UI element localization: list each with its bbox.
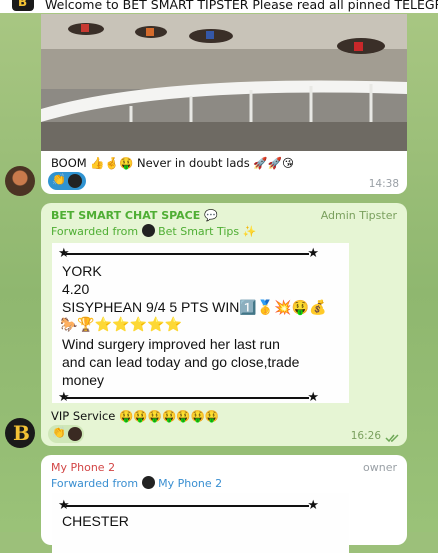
tip-venue: YORK xyxy=(62,263,102,279)
pinned-message-text: Welcome to BET SMART TIPSTER Please read… xyxy=(45,0,438,12)
star-rule-bottom xyxy=(58,389,319,403)
forwarded-line[interactable]: Forwarded from Bet Smart Tips ✨ xyxy=(51,224,256,238)
message-caption: BOOM 👍🤞🤑 Never in doubt lads 🚀🚀😘 xyxy=(51,156,294,170)
forwarded-label: Forwarded from xyxy=(51,225,139,238)
forwarded-source: My Phone 2 xyxy=(158,477,223,490)
star-rule-top xyxy=(58,497,319,513)
tip-selection: SISYPHEAN 9/4 5 PTS WIN1️⃣🥇💥🤑💰 xyxy=(62,299,327,315)
reaction-pill[interactable]: 👏 xyxy=(48,172,86,190)
sender-name[interactable]: BET SMART CHAT SPACE 💬 xyxy=(51,209,218,222)
forwarded-line[interactable]: Forwarded from My Phone 2 xyxy=(51,476,222,490)
sender-avatar[interactable] xyxy=(5,166,35,196)
tip-venue: CHESTER xyxy=(62,513,129,529)
star-rule-top xyxy=(58,245,319,261)
message-bubble-forwarded-tip[interactable]: BET SMART CHAT SPACE 💬 Admin Tipster For… xyxy=(41,203,407,446)
forwarded-source-avatar-icon xyxy=(141,224,155,237)
reaction-pill[interactable]: 👏 xyxy=(48,425,84,443)
forwarded-source: Bet Smart Tips ✨ xyxy=(158,225,257,238)
tip-rating: 🐎🏆⭐⭐⭐⭐⭐ xyxy=(60,316,183,332)
tip-comment-1: Wind surgery improved her last run xyxy=(62,336,280,352)
forwarded-source-avatar-icon xyxy=(141,476,155,489)
channel-logo-icon: B xyxy=(12,0,34,11)
message-caption: VIP Service 🤑🤑🤑🤑🤑🤑🤑 xyxy=(51,409,220,423)
read-checkmarks-icon xyxy=(385,434,399,443)
sender-role: Admin Tipster xyxy=(320,209,397,222)
tip-comment-3: money xyxy=(62,372,105,388)
tip-time: 4.20 xyxy=(62,281,90,297)
sender-role: owner xyxy=(363,461,397,474)
message-time: 14:38 xyxy=(368,178,399,190)
tip-card-image[interactable]: YORK 4.20 SISYPHEAN 9/4 5 PTS WIN1️⃣🥇💥🤑💰… xyxy=(52,243,349,403)
pinned-message-bar[interactable]: B Welcome to BET SMART TIPSTER Please re… xyxy=(0,0,438,13)
race-image[interactable] xyxy=(41,14,407,151)
tip-card-image[interactable]: CHESTER xyxy=(52,493,349,553)
message-bubble-race-image[interactable]: BOOM 👍🤞🤑 Never in doubt lads 🚀🚀😘 👏 14:38 xyxy=(41,14,407,194)
sender-avatar-bet-smart[interactable]: B xyxy=(5,418,35,448)
forwarded-label: Forwarded from xyxy=(51,477,139,490)
sender-name[interactable]: My Phone 2 xyxy=(51,461,115,474)
message-time: 16:26 xyxy=(350,430,381,442)
tip-comment-2: and can lead today and go close,trade xyxy=(62,354,300,370)
